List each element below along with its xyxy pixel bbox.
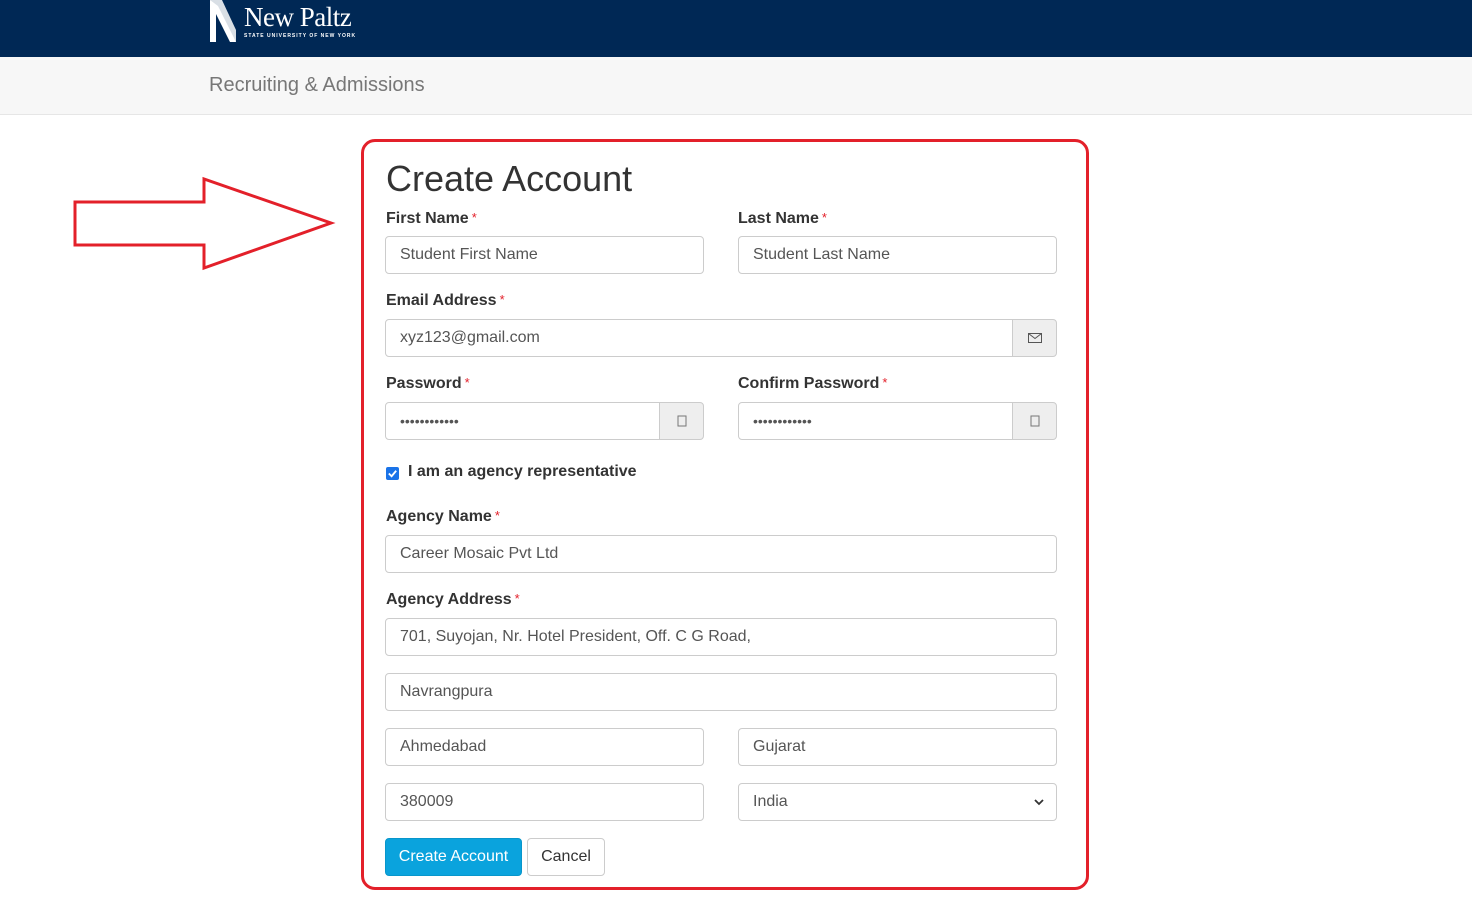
checkmark-icon	[388, 470, 397, 478]
chevron-down-icon	[1034, 799, 1044, 806]
eye-icon	[677, 415, 686, 427]
create-account-button[interactable]: Create Account	[385, 838, 522, 876]
agency-checkbox-label[interactable]: I am an agency representative	[408, 463, 637, 481]
address-line1-input[interactable]: 701, Suyojan, Nr. Hotel President, Off. …	[385, 618, 1057, 656]
country-select[interactable]: India	[738, 783, 1057, 821]
new-paltz-logo[interactable]: New Paltz STATE UNIVERSITY OF NEW YORK	[208, 0, 356, 44]
top-navbar: New Paltz STATE UNIVERSITY OF NEW YORK	[0, 0, 1472, 57]
page-title: Create Account	[386, 158, 633, 199]
logo-mark-icon	[210, 0, 236, 42]
logo-subtitle: STATE UNIVERSITY OF NEW YORK	[244, 33, 357, 39]
agency-checkbox[interactable]	[386, 467, 399, 480]
last-name-input[interactable]: Student Last Name	[738, 236, 1057, 274]
last-name-label: Last Name *	[738, 210, 827, 227]
state-input[interactable]: Gujarat	[738, 728, 1057, 766]
password-toggle[interactable]	[659, 402, 704, 440]
confirm-password-toggle[interactable]	[1012, 402, 1057, 440]
first-name-label: First Name *	[386, 210, 477, 227]
password-input[interactable]: ••••••••••••	[385, 402, 660, 440]
confirm-password-input[interactable]: ••••••••••••	[738, 402, 1013, 440]
email-input[interactable]: xyz123@gmail.com	[385, 319, 1013, 357]
sub-header: Recruiting & Admissions	[0, 57, 1472, 115]
first-name-input[interactable]: Student First Name	[385, 236, 704, 274]
email-addon	[1012, 319, 1057, 357]
agency-name-input[interactable]: Career Mosaic Pvt Ltd	[385, 535, 1057, 573]
logo-name: New Paltz	[244, 2, 352, 32]
address-line2-input[interactable]: Navrangpura	[385, 673, 1057, 711]
city-input[interactable]: Ahmedabad	[385, 728, 704, 766]
site-section-title[interactable]: Recruiting & Admissions	[209, 74, 425, 97]
agency-name-label: Agency Name *	[386, 508, 500, 525]
email-label: Email Address *	[386, 292, 505, 309]
envelope-icon	[1027, 333, 1042, 343]
password-label: Password *	[386, 375, 470, 392]
postal-code-input[interactable]: 380009	[385, 783, 704, 821]
cancel-button[interactable]: Cancel	[527, 838, 605, 876]
agency-address-label: Agency Address *	[386, 591, 520, 608]
confirm-password-label: Confirm Password *	[738, 375, 888, 392]
eye-icon	[1030, 415, 1039, 427]
pointer-arrow-icon	[73, 176, 336, 271]
